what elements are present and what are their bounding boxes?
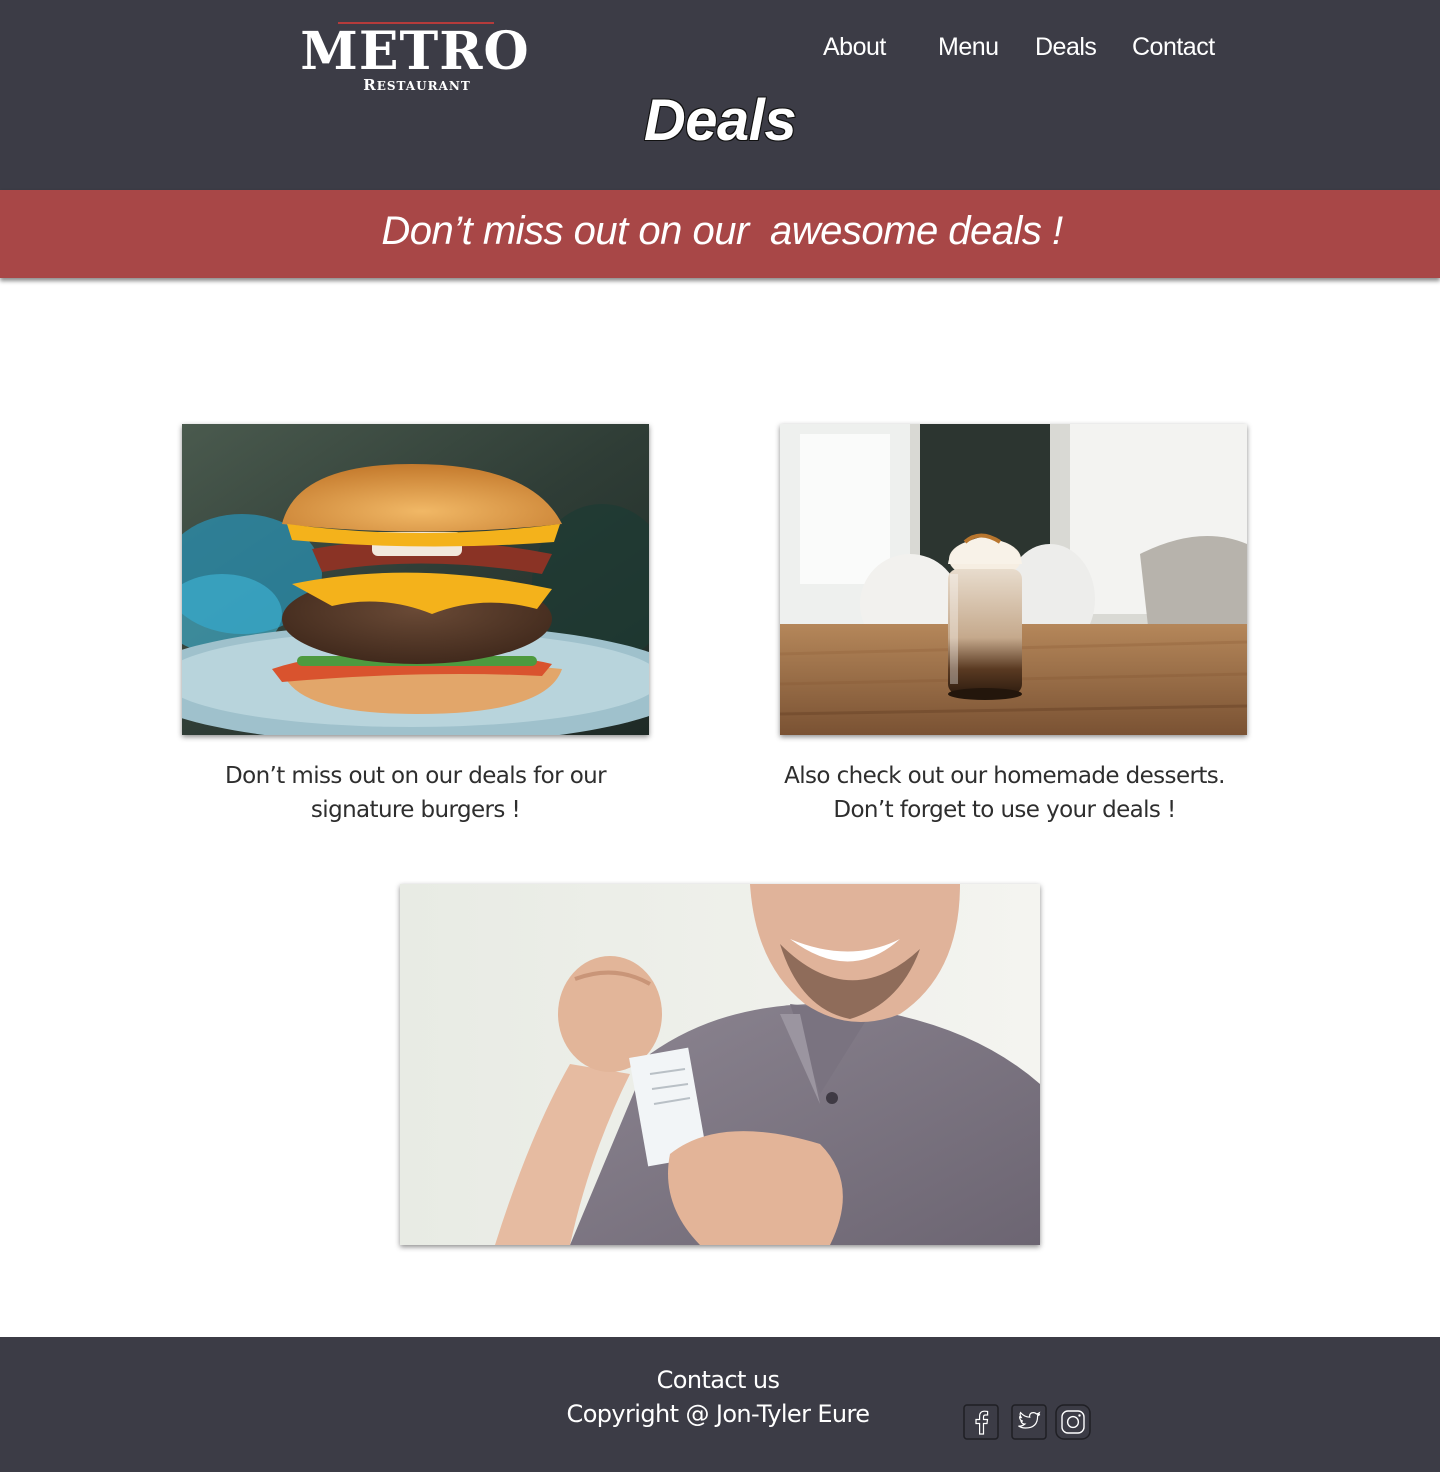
- iced-coffee-illustration: [780, 424, 1247, 735]
- dessert-photo: [780, 424, 1247, 735]
- promo-banner: Don’t miss out on our awesome deals !: [0, 190, 1440, 278]
- facebook-icon[interactable]: [963, 1404, 999, 1440]
- burger-caption-line-2: signature burgers !: [310, 797, 521, 823]
- nav-link-contact[interactable]: Contact: [1132, 30, 1215, 64]
- page: METRO RESTAURANT About Menu Deals Contac…: [0, 0, 1440, 1472]
- nav-link-about[interactable]: About: [823, 30, 886, 64]
- site-header: METRO RESTAURANT About Menu Deals Contac…: [0, 0, 1440, 190]
- twitter-icon-glyph: [1011, 1404, 1047, 1440]
- footer-text: Contact us Copyright @ Jon-Tyler Eure: [518, 1363, 918, 1431]
- footer-contact-link[interactable]: Contact us: [518, 1363, 918, 1397]
- smiling-man-illustration: [400, 884, 1040, 1245]
- burger-illustration: [182, 424, 649, 735]
- twitter-icon[interactable]: [1011, 1404, 1047, 1440]
- footer-copyright: Copyright @ Jon-Tyler Eure: [566, 1400, 871, 1428]
- nav-link-deals[interactable]: Deals: [1035, 30, 1097, 64]
- instagram-icon[interactable]: [1055, 1404, 1091, 1440]
- main-nav: About Menu Deals Contact: [0, 30, 1440, 66]
- instagram-icon-glyph: [1055, 1404, 1091, 1440]
- smiling-man-with-receipt-photo: [400, 884, 1040, 1245]
- page-title: Deals: [643, 88, 797, 153]
- burger-deal-caption: Don’t miss out on our deals for our sign…: [170, 759, 661, 827]
- nav-link-menu[interactable]: Menu: [938, 30, 999, 64]
- burger-caption-line-1: Don’t miss out on our deals for our: [225, 763, 607, 789]
- burger-photo: [182, 424, 649, 735]
- facebook-icon-glyph: [963, 1404, 999, 1440]
- dessert-deal-caption: Also check out our homemade desserts. Do…: [760, 759, 1249, 827]
- promo-banner-text: Don’t miss out on our awesome deals !: [381, 209, 1063, 253]
- site-footer: Contact us Copyright @ Jon-Tyler Eure: [0, 1337, 1440, 1472]
- dessert-caption-line-1: Also check out our homemade desserts.: [784, 763, 1225, 789]
- dessert-caption-line-2: Don’t forget to use your deals !: [833, 797, 1176, 823]
